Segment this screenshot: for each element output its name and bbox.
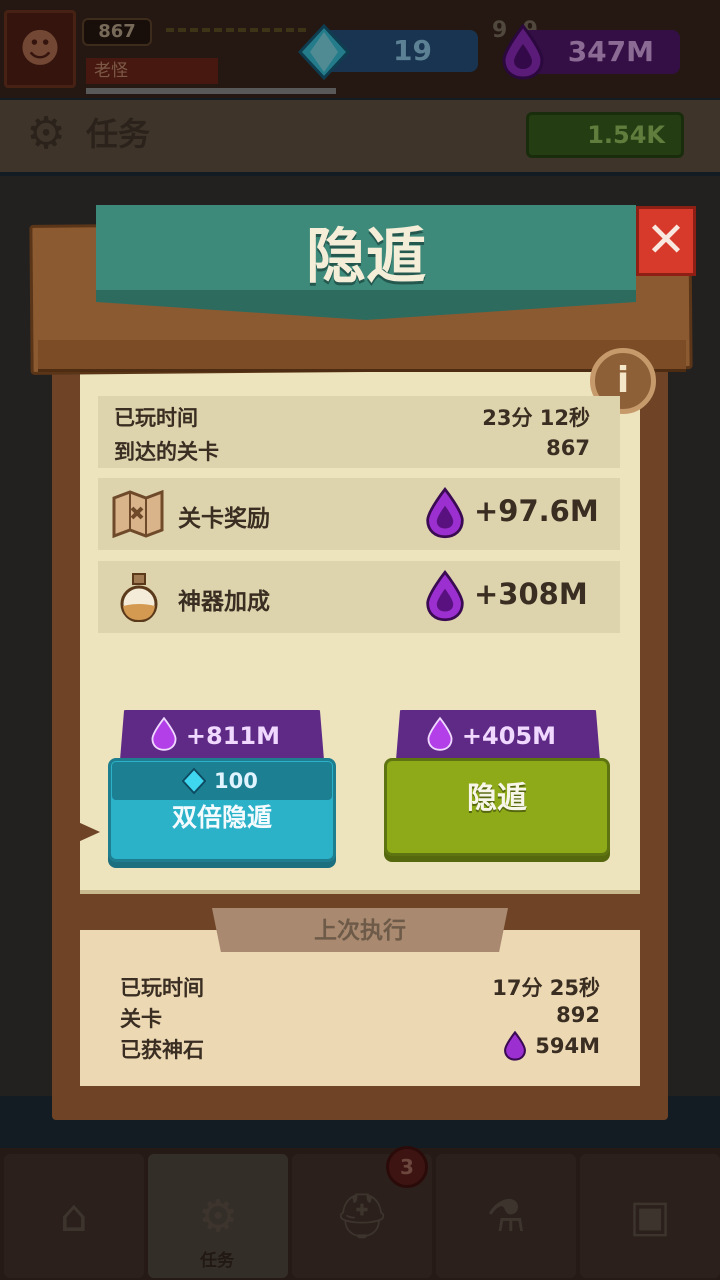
dialog-title: 隐遁 [306,222,426,292]
last-relics-value: 594M [535,1034,600,1058]
stage-reached-value: 867 [546,436,590,460]
info-icon: i [616,360,630,401]
prestige-button-label: 隐遁 [467,781,527,816]
gem-icon [182,767,206,795]
last-time-label: 已玩时间 [120,976,204,1000]
artifact-bonus-value: +308M [474,577,588,611]
close-button[interactable]: ✕ [636,206,696,276]
close-icon: ✕ [645,212,687,268]
time-played-value: 23分 12秒 [482,406,590,430]
time-played-label: 已玩时间 [114,406,198,430]
relic-drop-icon [426,570,464,622]
last-run-header: 上次执行 [212,908,508,952]
last-stage-value: 892 [556,1003,600,1027]
last-time-value: 17分 25秒 [492,976,600,1000]
relic-drop-icon [426,487,464,539]
last-relics-label: 已获神石 [120,1038,204,1062]
last-stage-label: 关卡 [120,1007,162,1031]
stage-reward-value: +97.6M [474,494,599,528]
relic-drop-icon [504,1030,526,1061]
double-cost-value: 100 [214,769,258,793]
artifact-bonus-label: 神器加成 [178,589,270,615]
stage-reached-label: 到达的关卡 [114,440,219,464]
relic-drop-icon [151,716,177,751]
double-prestige-label: 双倍隐遁 [171,803,272,832]
potion-icon [120,573,158,622]
relic-drop-icon [427,716,453,751]
stage-reward-label: 关卡奖励 [178,506,270,532]
map-icon [112,490,164,538]
header-plank-lower [38,340,686,372]
